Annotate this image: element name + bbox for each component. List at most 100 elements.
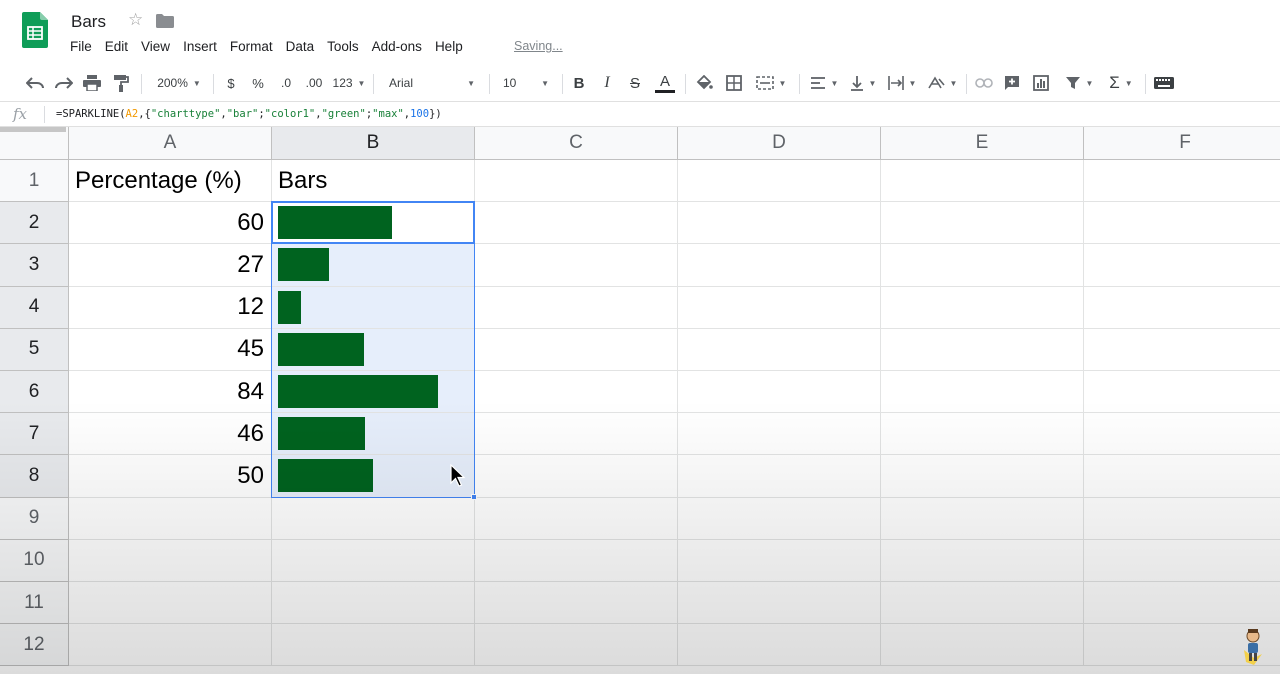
- print-button[interactable]: [81, 66, 103, 100]
- cell-a8[interactable]: 50: [69, 455, 272, 498]
- cell-d10[interactable]: [678, 539, 881, 582]
- cell-d3[interactable]: [678, 244, 881, 287]
- merge-cells-button[interactable]: ▼: [752, 66, 790, 100]
- cell-b1[interactable]: Bars: [272, 160, 475, 203]
- text-rotation-button[interactable]: ▼: [924, 66, 960, 100]
- cell-b10[interactable]: [272, 539, 475, 582]
- column-header-e[interactable]: E: [881, 127, 1084, 160]
- cell-c10[interactable]: [475, 539, 678, 582]
- cell-d1[interactable]: [678, 160, 881, 203]
- column-header-c[interactable]: C: [475, 127, 678, 160]
- cell-e12[interactable]: [881, 624, 1084, 667]
- cell-c8[interactable]: [475, 455, 678, 498]
- more-formats-button[interactable]: 123 ▼: [332, 66, 366, 100]
- cell-d8[interactable]: [678, 455, 881, 498]
- cell-d7[interactable]: [678, 413, 881, 456]
- cell-e5[interactable]: [881, 328, 1084, 371]
- cell-f4[interactable]: [1084, 287, 1280, 329]
- cell-c5[interactable]: [475, 328, 678, 371]
- cell-f11[interactable]: [1084, 582, 1280, 625]
- cell-e11[interactable]: [881, 582, 1084, 625]
- menu-item-view[interactable]: View: [141, 39, 170, 57]
- decrease-decimal-button[interactable]: .0: [275, 66, 297, 100]
- cell-a11[interactable]: [69, 582, 272, 625]
- row-header-12[interactable]: 12: [0, 624, 69, 667]
- paint-format-button[interactable]: [110, 66, 132, 100]
- menu-item-tools[interactable]: Tools: [327, 39, 359, 57]
- cell-b5[interactable]: [272, 328, 475, 371]
- cell-c9[interactable]: [475, 497, 678, 540]
- cell-e1[interactable]: [881, 160, 1084, 203]
- cell-c6[interactable]: [475, 371, 678, 414]
- cell-f5[interactable]: [1084, 329, 1280, 371]
- insert-link-button[interactable]: [973, 66, 995, 100]
- cell-e3[interactable]: [881, 244, 1084, 287]
- cell-a12[interactable]: [69, 624, 272, 667]
- cell-d11[interactable]: [678, 582, 881, 625]
- menu-item-format[interactable]: Format: [230, 39, 273, 57]
- cell-e6[interactable]: [881, 371, 1084, 414]
- cell-e2[interactable]: [881, 202, 1084, 245]
- functions-button[interactable]: Σ ▼: [1104, 66, 1138, 100]
- cell-a5[interactable]: 45: [69, 328, 272, 371]
- folder-icon[interactable]: [156, 14, 174, 28]
- cell-f1[interactable]: [1084, 160, 1280, 203]
- redo-button[interactable]: [53, 66, 75, 100]
- cell-d2[interactable]: [678, 202, 881, 245]
- cell-f3[interactable]: [1084, 244, 1280, 287]
- text-color-button[interactable]: A: [653, 66, 677, 100]
- input-tools-button[interactable]: [1152, 66, 1176, 100]
- menu-item-edit[interactable]: Edit: [105, 39, 128, 57]
- cell-a10[interactable]: [69, 539, 272, 582]
- cell-a4[interactable]: 12: [69, 286, 272, 329]
- cell-a1[interactable]: Percentage (%): [69, 160, 272, 203]
- cell-d12[interactable]: [678, 624, 881, 667]
- cell-d5[interactable]: [678, 328, 881, 371]
- cell-f2[interactable]: [1084, 202, 1280, 245]
- row-header-10[interactable]: 10: [0, 539, 69, 582]
- cell-d9[interactable]: [678, 497, 881, 540]
- cell-a3[interactable]: 27: [69, 244, 272, 287]
- document-title[interactable]: Bars: [71, 12, 106, 32]
- cell-c1[interactable]: [475, 160, 678, 203]
- cell-f10[interactable]: [1084, 540, 1280, 582]
- cell-e10[interactable]: [881, 539, 1084, 582]
- row-header-9[interactable]: 9: [0, 497, 69, 540]
- fill-color-button[interactable]: [693, 66, 715, 100]
- cell-c12[interactable]: [475, 624, 678, 667]
- menu-item-data[interactable]: Data: [286, 39, 315, 57]
- insert-chart-button[interactable]: [1030, 66, 1052, 100]
- cell-a2[interactable]: 60: [69, 202, 272, 245]
- cell-a7[interactable]: 46: [69, 413, 272, 456]
- cell-b8[interactable]: [272, 455, 475, 498]
- cell-f6[interactable]: [1084, 371, 1280, 414]
- row-header-4[interactable]: 4: [0, 286, 69, 329]
- column-header-b[interactable]: B: [272, 127, 475, 160]
- row-header-11[interactable]: 11: [0, 582, 69, 625]
- cell-e4[interactable]: [881, 286, 1084, 329]
- row-header-6[interactable]: 6: [0, 371, 69, 414]
- percent-format-button[interactable]: %: [249, 66, 267, 100]
- column-header-f[interactable]: F: [1084, 127, 1280, 160]
- freeze-handle[interactable]: [0, 127, 66, 132]
- column-header-a[interactable]: A: [69, 127, 272, 160]
- italic-button[interactable]: I: [598, 66, 616, 100]
- star-icon[interactable]: ☆: [128, 10, 143, 30]
- cell-a9[interactable]: [69, 497, 272, 540]
- cell-c2[interactable]: [475, 202, 678, 245]
- cell-b4[interactable]: [272, 286, 475, 329]
- menu-item-insert[interactable]: Insert: [183, 39, 217, 57]
- increase-decimal-button[interactable]: .00: [302, 66, 326, 100]
- cell-e8[interactable]: [881, 455, 1084, 498]
- horizontal-align-button[interactable]: ▼: [807, 66, 841, 100]
- cell-e9[interactable]: [881, 497, 1084, 540]
- cell-f9[interactable]: [1084, 498, 1280, 540]
- cell-b2[interactable]: [272, 202, 475, 245]
- cell-b9[interactable]: [272, 497, 475, 540]
- cell-f7[interactable]: [1084, 413, 1280, 456]
- select-all-corner[interactable]: [0, 127, 69, 160]
- filter-button[interactable]: ▼: [1059, 66, 1099, 100]
- row-header-1[interactable]: 1: [0, 160, 69, 203]
- cell-b12[interactable]: [272, 624, 475, 667]
- font-size-select[interactable]: 10 ▼: [497, 66, 555, 100]
